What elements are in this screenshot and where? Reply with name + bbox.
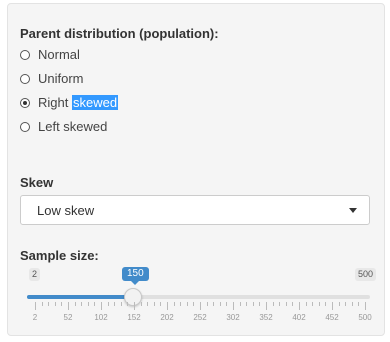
slider-tick-label: 252 <box>193 313 207 322</box>
slider-value-badge: 150 <box>122 267 149 285</box>
slider-tick-label: 152 <box>127 313 141 322</box>
slider-major-tick <box>233 302 234 310</box>
radio-normal[interactable]: Normal <box>20 47 80 62</box>
slider-minor-tick <box>312 302 314 306</box>
slider-minor-tick <box>127 302 129 306</box>
slider-major-tick <box>101 302 102 310</box>
slider-major-tick <box>134 302 135 310</box>
slider-minor-tick <box>252 302 254 306</box>
radio-label: Uniform <box>38 71 84 86</box>
slider-tick-label: 302 <box>226 313 240 322</box>
slider-tick-label: 202 <box>160 313 174 322</box>
slider-major-tick <box>266 302 267 310</box>
radio-label: Normal <box>38 47 80 62</box>
slider-minor-tick <box>219 302 221 306</box>
slider-track[interactable] <box>27 295 370 299</box>
slider-minor-tick <box>193 302 195 306</box>
slider-tick-label: 452 <box>325 313 339 322</box>
slider-tick-label: 402 <box>292 313 306 322</box>
slider-minor-tick <box>272 302 274 306</box>
slider-minor-tick <box>292 302 294 306</box>
slider-minor-tick <box>173 302 175 306</box>
slider-minor-tick <box>74 302 76 306</box>
selected-text-highlight: skewed <box>71 95 119 110</box>
slider-minor-tick <box>351 302 353 306</box>
radio-label: Left skewed <box>38 119 108 134</box>
slider-minor-tick <box>160 302 162 306</box>
slider-minor-tick <box>279 302 281 306</box>
slider-minor-tick <box>54 302 56 306</box>
radio-label-prefix: Right <box>38 95 72 110</box>
sample-size-label: Sample size: <box>20 248 99 263</box>
slider-major-tick <box>68 302 69 310</box>
caret-down-icon <box>349 207 357 213</box>
radio-right-skewed[interactable]: Right skewed <box>20 95 119 110</box>
slider-major-tick <box>332 302 333 310</box>
slider-minor-tick <box>186 302 188 306</box>
slider-minor-tick <box>81 302 83 306</box>
radio-left-skewed[interactable]: Left skewed <box>20 119 107 134</box>
slider-major-tick <box>167 302 168 310</box>
slider-minor-tick <box>140 302 142 306</box>
slider-minor-tick <box>358 302 360 306</box>
slider-tick-label: 52 <box>63 313 73 322</box>
skew-selected-value: Low skew <box>37 202 95 218</box>
slider-major-tick <box>365 302 366 310</box>
slider-minor-tick <box>153 302 155 306</box>
slider-minor-tick <box>48 302 50 306</box>
radio-label: Right skewed <box>38 95 119 110</box>
slider-minor-tick <box>41 302 43 306</box>
distribution-title: Parent distribution (population): <box>20 26 219 41</box>
slider-minor-tick <box>226 302 228 306</box>
slider-min-label: 2 <box>29 268 41 281</box>
slider-minor-tick <box>318 302 320 306</box>
slider-minor-tick <box>87 302 89 306</box>
slider-minor-tick <box>239 302 241 306</box>
radio-button-checked[interactable] <box>20 97 30 108</box>
skew-select[interactable]: Low skew <box>20 195 370 225</box>
slider-minor-tick <box>246 302 248 306</box>
slider-minor-tick <box>180 302 182 306</box>
slider-minor-tick <box>338 302 340 306</box>
slider-max-label: 500 <box>355 268 377 281</box>
slider-minor-tick <box>259 302 261 306</box>
slider-fill <box>27 295 134 299</box>
radio-button[interactable] <box>20 73 30 84</box>
slider-minor-tick <box>147 302 149 306</box>
slider-minor-tick <box>120 302 122 306</box>
slider-minor-tick <box>114 302 116 306</box>
slider-minor-tick <box>94 302 96 306</box>
slider-major-tick <box>299 302 300 310</box>
slider-minor-tick <box>107 302 109 306</box>
radio-button[interactable] <box>20 121 30 132</box>
slider-minor-tick <box>61 302 63 306</box>
slider-minor-tick <box>206 302 208 306</box>
slider-major-tick <box>200 302 201 310</box>
slider-minor-tick <box>213 302 215 306</box>
slider-tick-label: 102 <box>94 313 108 322</box>
radio-uniform[interactable]: Uniform <box>20 71 84 86</box>
slider-minor-tick <box>325 302 327 306</box>
slider-tick-label: 2 <box>32 313 38 322</box>
slider-tick-label: 352 <box>259 313 273 322</box>
slider-minor-tick <box>285 302 287 306</box>
slider-tick-label: 500 <box>358 313 372 322</box>
slider-minor-tick <box>345 302 347 306</box>
radio-button[interactable] <box>20 49 30 60</box>
slider-major-tick <box>35 302 36 310</box>
slider-minor-tick <box>305 302 307 306</box>
skew-label: Skew <box>20 175 54 190</box>
